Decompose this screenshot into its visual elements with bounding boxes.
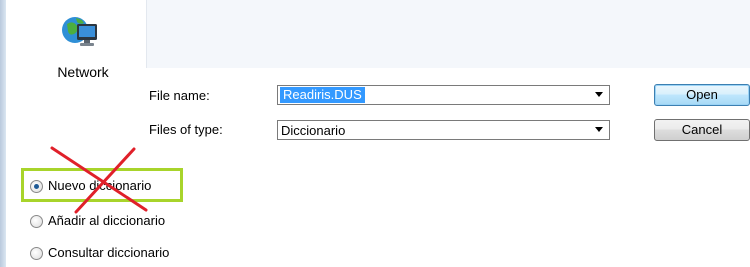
cancel-button[interactable]: Cancel	[654, 119, 750, 141]
file-name-label: File name:	[149, 88, 210, 103]
files-of-type-select[interactable]: Diccionario	[277, 120, 610, 140]
radio-label-anadir: Añadir al diccionario	[48, 213, 166, 228]
file-list-area[interactable]	[146, 0, 750, 68]
window-left-border	[0, 0, 6, 267]
radio-button[interactable]	[30, 215, 43, 228]
network-icon	[62, 17, 97, 46]
cross-out-icon	[50, 146, 148, 214]
network-label: Network	[57, 64, 109, 80]
open-button[interactable]: Open	[654, 84, 750, 106]
radio-label-consultar: Consultar diccionario	[48, 245, 170, 260]
file-name-dropdown-arrow-icon[interactable]	[595, 92, 603, 97]
radio-button[interactable]	[30, 247, 43, 260]
file-name-value: Readiris.DUS	[280, 87, 365, 103]
file-name-combo[interactable]: Readiris.DUS	[277, 85, 610, 105]
files-of-type-value: Diccionario	[281, 123, 346, 138]
files-of-type-dropdown-arrow-icon[interactable]	[595, 127, 603, 132]
files-of-type-label: Files of type:	[149, 122, 223, 137]
